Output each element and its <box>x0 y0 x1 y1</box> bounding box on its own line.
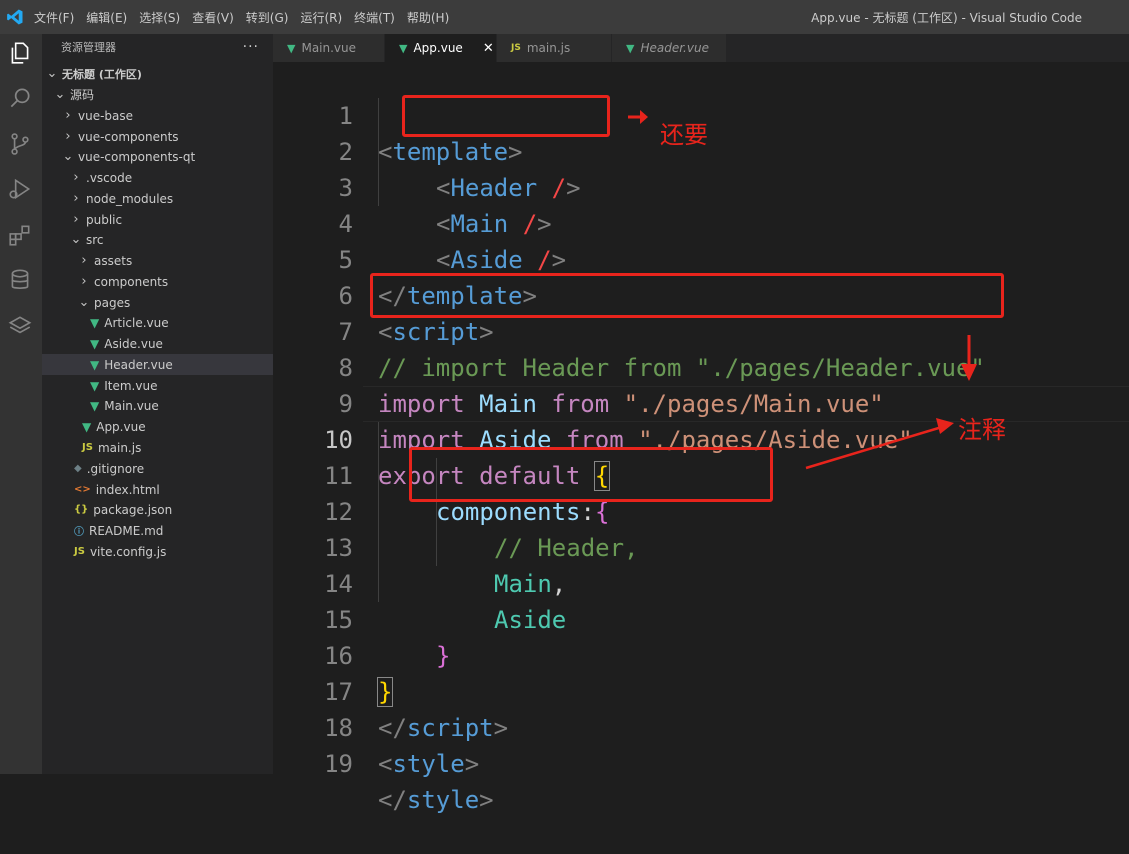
annotation-arrows <box>628 110 977 470</box>
arrow-right-icon <box>628 110 648 124</box>
arrow-down-icon <box>961 335 977 381</box>
arrow-diagonal-icon <box>805 418 954 470</box>
